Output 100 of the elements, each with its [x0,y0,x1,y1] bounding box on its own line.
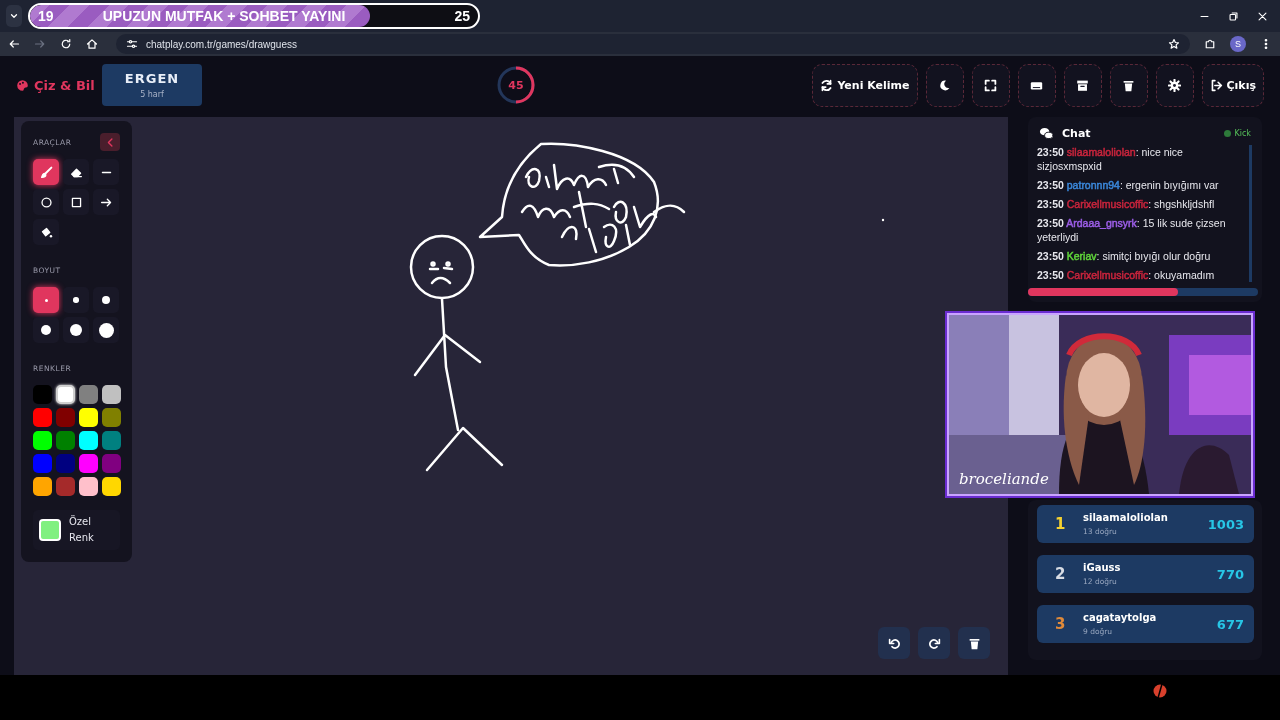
back-button[interactable] [8,38,20,50]
moon-button[interactable] [925,63,964,107]
forward-arrow-icon [34,38,46,50]
profile-avatar[interactable]: S [1230,36,1246,52]
color-swatch[interactable] [79,454,98,473]
dot-mark [881,218,885,222]
chat-message: 23:50 silaamaloliolan: nice nice sizjosxmspxid [1037,145,1184,173]
restore-button[interactable] [1228,10,1239,22]
undo-icon [887,636,901,650]
color-swatch[interactable] [33,454,52,473]
custom-color-swatch[interactable] [39,519,61,541]
circle-tool-button[interactable] [33,189,59,215]
eraser-tool-button[interactable] [63,159,89,185]
logout-icon [1209,78,1223,92]
refresh-icon [820,78,834,92]
gear-button[interactable] [1155,63,1194,107]
brush-size-button[interactable] [93,317,119,343]
color-swatch[interactable] [102,408,121,427]
trash-icon [1122,78,1135,92]
chat-message: 23:50 Keriav: simitçi bıyığı olur doğru [1037,249,1212,263]
brush-size-button[interactable] [33,317,59,343]
goal-start-count: 19 [38,8,54,24]
restore-icon [1228,10,1239,22]
word-hint: 5 harf [140,90,164,99]
brush-tool-button[interactable] [33,159,59,185]
color-swatch[interactable] [56,385,75,404]
site-settings-icon [126,38,138,50]
color-swatch[interactable] [56,454,75,473]
color-swatch[interactable] [79,385,98,404]
brush-size-button[interactable] [63,287,89,313]
color-swatch[interactable] [33,408,52,427]
fill-tool-button[interactable] [33,219,59,245]
circle-icon [39,195,53,209]
reload-icon [60,38,72,50]
rank-number: 1 [1055,515,1067,533]
chat-message: 23:50 Carixellmusicoffic: shgshkljdshfl [1037,197,1216,211]
player-name: cagataytolga [1083,612,1158,623]
color-swatch[interactable] [79,431,98,450]
undo-button[interactable] [878,627,910,659]
color-swatch[interactable] [102,454,121,473]
color-swatch[interactable] [33,385,52,404]
trash-button[interactable] [1109,63,1148,107]
color-swatch[interactable] [102,385,121,404]
color-swatch[interactable] [56,431,75,450]
tab-search-button[interactable] [6,5,22,27]
app-logo: Çiz & Bil [34,77,95,93]
redo-icon [927,636,941,650]
square-icon [69,195,83,209]
player-score: 770 [1216,566,1244,582]
address-bar[interactable]: chatplay.com.tr/games/drawguess [116,34,1190,54]
color-swatch[interactable] [33,477,52,496]
forward-button[interactable] [34,38,46,50]
trash-icon [967,636,981,650]
brush-size-button[interactable] [93,287,119,313]
player-score: 677 [1216,616,1244,632]
chat-message: 23:50 Ardaaa_gnsyrk: 15 lik sude çizsen yeterliydi [1037,216,1227,244]
brush-icon [39,165,53,179]
chat-message: 23:50 patronnn94: ergenin bıyığımı var [1037,178,1220,192]
goal-title: UPUZUN MUTFAK + SOHBET YAYINI [101,8,347,24]
status-dot [1223,130,1231,137]
color-swatch[interactable] [102,477,121,496]
color-swatch[interactable] [56,408,75,427]
collapse-button[interactable] [100,133,120,151]
url-text: chatplay.com.tr/games/drawguess [146,38,297,50]
archive-icon [1076,78,1089,92]
player-name: silaamaloliolan [1083,512,1169,523]
keyboard-button[interactable] [1017,63,1056,107]
arrow-tool-button[interactable] [93,189,119,215]
logout-button[interactable]: Çıkış [1201,63,1264,107]
color-swatch[interactable] [79,477,98,496]
trash-button[interactable] [958,627,990,659]
gear-icon [1168,78,1181,92]
expand-button[interactable] [971,63,1010,107]
color-swatch[interactable] [56,477,75,496]
back-arrow-icon [8,38,20,50]
fill-icon [39,225,53,239]
square-tool-button[interactable] [63,189,89,215]
reload-button[interactable] [60,38,72,50]
brush-size-button[interactable] [63,317,89,343]
secret-word: ERGEN [124,71,180,86]
chat-title: Chat [1062,127,1092,140]
color-swatch[interactable] [33,431,52,450]
close-button[interactable] [1257,10,1268,22]
redo-button[interactable] [918,627,950,659]
custom-color-label: Özel Renk [69,514,95,545]
palette-icon [16,78,29,92]
logo-icon [1152,683,1168,699]
color-swatch[interactable] [79,408,98,427]
platform-label: Kick [1234,129,1251,138]
archive-button[interactable] [1063,63,1102,107]
refresh-button[interactable]: Yeni Kelime [812,63,918,107]
timer-value: 45 [508,78,524,92]
chat-message: 23:50 Carixellmusicoffic: okuyamadım [1037,268,1216,282]
goal-end-count: 25 [454,8,470,24]
player-score: 1003 [1207,516,1244,532]
color-swatch[interactable] [102,431,121,450]
home-button[interactable] [86,38,98,50]
home-icon [86,38,98,50]
chat-bubbles-icon [1039,126,1054,141]
scrollbar[interactable] [1028,288,1258,296]
